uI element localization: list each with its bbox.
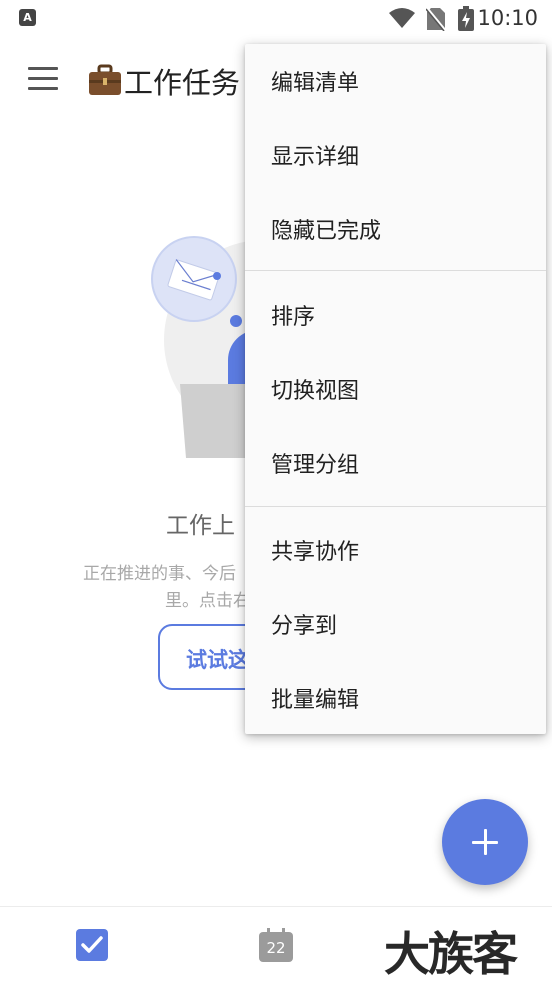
mail-bubble-icon xyxy=(151,236,237,322)
status-bar: A 10:10 xyxy=(0,0,552,38)
menu-item-label: 分享到 xyxy=(271,614,338,639)
menu-divider xyxy=(245,270,546,271)
menu-item-label: 批量编辑 xyxy=(271,688,360,713)
menu-item-manage-groups[interactable]: 管理分组 xyxy=(245,426,546,500)
briefcase-icon xyxy=(89,64,121,95)
menu-item-label: 编辑清单 xyxy=(271,71,360,96)
menu-item-label: 共享协作 xyxy=(271,540,360,565)
menu-item-share-collaborate[interactable]: 共享协作 xyxy=(245,513,546,587)
menu-item-switch-view[interactable]: 切换视图 xyxy=(245,352,546,426)
menu-item-edit-list[interactable]: 编辑清单 xyxy=(245,44,546,118)
menu-item-hide-completed[interactable]: 隐藏已完成 xyxy=(245,192,546,266)
calendar-day-number: 22 xyxy=(266,939,286,957)
empty-state-title: 工作上 xyxy=(166,513,235,539)
overflow-menu: 编辑清单 显示详细 隐藏已完成 排序 切换视图 管理分组 共享协作 分享到 批量… xyxy=(245,44,546,734)
app-notification-icon: A xyxy=(19,9,36,26)
no-sim-icon xyxy=(426,7,446,31)
empty-state-description-line2: 里。点击右 xyxy=(165,591,250,611)
menu-item-label: 隐藏已完成 xyxy=(271,219,382,244)
status-time: 10:10 xyxy=(477,6,538,30)
menu-item-share-to[interactable]: 分享到 xyxy=(245,587,546,661)
menu-item-batch-edit[interactable]: 批量编辑 xyxy=(245,661,546,735)
tab-calendar-icon[interactable]: 22 xyxy=(259,928,293,962)
tab-tasks-checkbox-icon[interactable] xyxy=(76,929,108,961)
menu-item-label: 管理分组 xyxy=(271,453,360,478)
menu-divider xyxy=(245,506,546,507)
menu-item-show-details[interactable]: 显示详细 xyxy=(245,118,546,192)
watermark-logo: 大族客 xyxy=(384,927,518,981)
menu-item-label: 切换视图 xyxy=(271,379,360,404)
menu-item-label: 显示详细 xyxy=(271,145,360,170)
battery-charging-icon xyxy=(458,6,474,31)
menu-item-sort[interactable]: 排序 xyxy=(245,278,546,352)
page-title: 工作任务 xyxy=(124,66,241,100)
menu-item-label: 排序 xyxy=(271,305,316,330)
wifi-icon xyxy=(389,8,415,28)
empty-state-description-line1: 正在推进的事、今后 xyxy=(83,564,236,584)
add-task-fab[interactable] xyxy=(442,799,528,885)
hamburger-menu-icon[interactable] xyxy=(28,67,58,91)
